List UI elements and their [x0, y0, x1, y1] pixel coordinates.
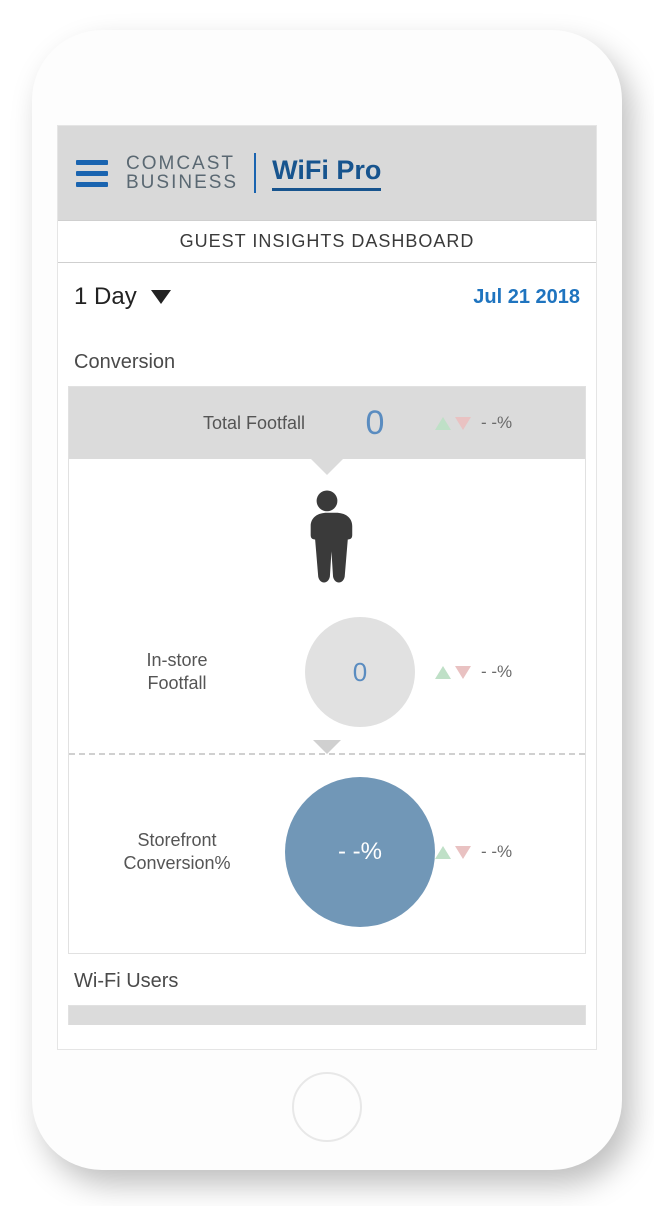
storefront-conversion-delta: - -%: [481, 842, 512, 862]
instore-footfall-row: In-store Footfall 0 - -%: [69, 599, 585, 753]
person-icon: [297, 489, 357, 584]
total-footfall-label: Total Footfall: [69, 413, 315, 434]
instore-footfall-trend: - -%: [435, 662, 585, 682]
total-footfall-trend: - -%: [435, 413, 585, 433]
person-illustration: [69, 459, 585, 599]
trend-down-icon: [455, 417, 471, 430]
wifi-users-card: [68, 1005, 586, 1025]
instore-footfall-label: In-store Footfall: [69, 649, 285, 696]
storefront-conversion-label: Storefront Conversion%: [69, 829, 285, 876]
screen: COMCAST BUSINESS WiFi Pro GUEST INSIGHTS…: [57, 125, 597, 1050]
total-footfall-value: 0: [315, 404, 435, 443]
instore-footfall-value: 0: [305, 617, 415, 727]
page-title: GUEST INSIGHTS DASHBOARD: [58, 220, 596, 263]
trend-up-icon: [435, 846, 451, 859]
pointer-icon: [309, 457, 345, 475]
app-header: COMCAST BUSINESS WiFi Pro: [58, 126, 596, 220]
trend-up-icon: [435, 417, 451, 430]
brand-divider: [254, 153, 256, 193]
date-picker[interactable]: Jul 21 2018: [473, 286, 580, 309]
total-footfall-delta: - -%: [481, 413, 512, 433]
pointer-icon: [313, 740, 341, 754]
brand-line1: COMCAST: [126, 154, 238, 173]
trend-down-icon: [455, 846, 471, 859]
trend-down-icon: [455, 666, 471, 679]
brand-logo: COMCAST BUSINESS WiFi Pro: [126, 153, 381, 193]
home-button[interactable]: [292, 1072, 362, 1142]
chevron-down-icon: [151, 290, 171, 304]
trend-up-icon: [435, 666, 451, 679]
conversion-card: Total Footfall 0 - -%: [68, 386, 586, 954]
instore-footfall-delta: - -%: [481, 662, 512, 682]
content-area: Conversion Total Footfall 0 - -%: [58, 325, 596, 1025]
brand-line2: BUSINESS: [126, 173, 238, 192]
storefront-conversion-value: - -%: [285, 777, 435, 927]
wifi-users-section-title: Wi-Fi Users: [68, 954, 586, 1005]
brand-comcast-business: COMCAST BUSINESS: [126, 154, 238, 192]
storefront-conversion-row: Storefront Conversion% - -% - -%: [69, 753, 585, 953]
time-range-value: 1 Day: [74, 283, 137, 311]
time-range-dropdown[interactable]: 1 Day: [74, 283, 171, 311]
menu-icon[interactable]: [76, 160, 108, 187]
filter-bar: 1 Day Jul 21 2018: [58, 263, 596, 325]
storefront-conversion-trend: - -%: [435, 842, 585, 862]
phone-frame: COMCAST BUSINESS WiFi Pro GUEST INSIGHTS…: [32, 30, 622, 1170]
conversion-section-title: Conversion: [68, 335, 586, 386]
total-footfall-row: Total Footfall 0 - -%: [69, 387, 585, 459]
brand-product: WiFi Pro: [272, 155, 381, 191]
